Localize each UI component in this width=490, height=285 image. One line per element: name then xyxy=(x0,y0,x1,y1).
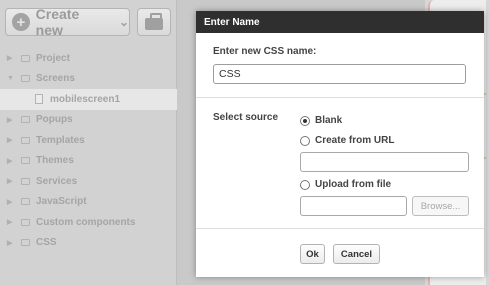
radio-blank[interactable] xyxy=(300,115,310,126)
tree-item-label: Project xyxy=(36,52,70,64)
tree-item-services[interactable]: ▶ Services xyxy=(0,171,177,192)
create-new-button[interactable]: + Create new ⌄ xyxy=(5,6,130,38)
option-label: Upload from file xyxy=(315,179,392,190)
briefcase-icon xyxy=(145,13,163,30)
tree-item-popups[interactable]: ▶ Popups xyxy=(0,110,177,131)
sidebar-toolbar: + Create new ⌄ xyxy=(0,0,177,42)
expand-arrow-icon[interactable]: ▶ xyxy=(7,218,17,226)
ok-button[interactable]: Ok xyxy=(300,244,325,264)
url-input[interactable] xyxy=(300,152,469,172)
cancel-button[interactable]: Cancel xyxy=(333,244,380,264)
expand-arrow-icon[interactable]: ▶ xyxy=(7,116,17,124)
project-sidebar: + Create new ⌄ ▶ Project ▼ Screens mobil… xyxy=(0,0,177,285)
tree-item-screens[interactable]: ▼ Screens xyxy=(0,69,177,90)
project-tree: ▶ Project ▼ Screens mobilescreen1 ▶ Popu… xyxy=(0,48,177,253)
divider xyxy=(196,228,484,229)
tree-item-custom-components[interactable]: ▶ Custom components xyxy=(0,212,177,233)
browse-button[interactable]: Browse... xyxy=(412,196,469,216)
source-option-blank[interactable]: Blank xyxy=(300,115,342,126)
file-path-input[interactable] xyxy=(300,196,407,216)
tree-item-label: Popups xyxy=(36,114,73,126)
tree-item-label: mobilescreen1 xyxy=(50,93,121,105)
expand-arrow-icon[interactable]: ▶ xyxy=(7,157,17,165)
expand-arrow-icon[interactable]: ▶ xyxy=(7,136,17,144)
option-label: Blank xyxy=(315,115,343,126)
tree-item-label: Services xyxy=(36,175,78,187)
expand-arrow-icon[interactable]: ▶ xyxy=(7,54,17,62)
tree-item-javascript[interactable]: ▶ JavaScript xyxy=(0,192,177,213)
folder-icon xyxy=(21,136,30,144)
folder-icon xyxy=(21,116,30,124)
tree-item-project[interactable]: ▶ Project xyxy=(0,48,177,69)
css-name-input[interactable] xyxy=(213,64,466,84)
folder-icon xyxy=(21,177,30,185)
tree-item-label: Themes xyxy=(36,155,74,167)
folder-icon xyxy=(21,239,30,247)
expand-arrow-icon[interactable]: ▶ xyxy=(7,198,17,206)
folder-icon xyxy=(21,75,30,83)
css-name-label: Enter new CSS name: xyxy=(213,46,317,57)
name-section: Enter new CSS name: xyxy=(196,33,484,98)
chevron-down-icon: ⌄ xyxy=(118,15,129,29)
tree-item-label: Screens xyxy=(36,73,75,85)
folder-icon xyxy=(21,54,30,62)
enter-name-dialog: Enter Name Enter new CSS name: Select so… xyxy=(196,11,484,277)
folder-icon xyxy=(21,198,30,206)
radio-upload[interactable] xyxy=(300,179,310,190)
source-option-url[interactable]: Create from URL xyxy=(300,135,394,146)
dialog-title: Enter Name xyxy=(196,11,484,33)
tree-item-mobilescreen1[interactable]: mobilescreen1 xyxy=(0,89,177,110)
tree-item-label: CSS xyxy=(36,237,57,249)
tree-item-label: JavaScript xyxy=(36,196,87,208)
plus-circle-icon: + xyxy=(12,13,30,31)
tree-item-label: Custom components xyxy=(36,216,136,228)
tree-item-templates[interactable]: ▶ Templates xyxy=(0,130,177,151)
source-option-upload[interactable]: Upload from file xyxy=(300,179,391,190)
tree-item-label: Templates xyxy=(36,134,85,146)
folder-icon xyxy=(21,218,30,226)
components-button[interactable] xyxy=(137,8,171,36)
tree-item-css[interactable]: ▶ CSS xyxy=(0,233,177,254)
tree-item-themes[interactable]: ▶ Themes xyxy=(0,151,177,172)
radio-url[interactable] xyxy=(300,135,310,146)
page-icon xyxy=(35,94,43,105)
expand-arrow-icon[interactable]: ▶ xyxy=(7,239,17,247)
option-label: Create from URL xyxy=(315,135,395,146)
collapse-arrow-icon[interactable]: ▼ xyxy=(7,75,17,82)
expand-arrow-icon[interactable]: ▶ xyxy=(7,177,17,185)
create-new-label: Create new xyxy=(35,6,80,38)
folder-icon xyxy=(21,157,30,165)
select-source-label: Select source xyxy=(213,112,279,123)
